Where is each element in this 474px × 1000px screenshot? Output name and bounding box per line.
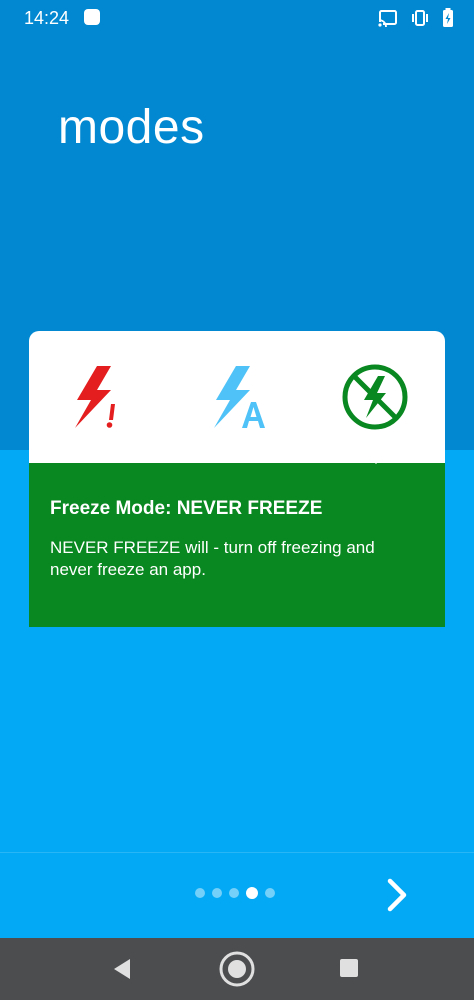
page-dot-active [246,887,258,899]
chevron-right-icon [387,878,407,912]
cast-icon [378,9,398,27]
selection-pointer [363,451,389,464]
home-icon[interactable] [219,951,255,987]
navigation-bar [0,938,474,1000]
page-indicator [195,887,275,899]
status-bar: 14:24 [0,0,474,36]
status-time: 14:24 [24,8,70,28]
page-dot [195,888,205,898]
recents-icon[interactable] [340,959,358,977]
auto-freeze-icon[interactable] [201,361,273,433]
never-freeze-icon[interactable] [339,361,411,433]
page-dot [265,888,275,898]
footer-divider [0,852,474,853]
mode-selector [29,331,445,463]
aggressive-freeze-icon[interactable] [62,361,134,433]
next-button[interactable] [380,875,416,915]
back-icon[interactable] [112,958,132,985]
page-dot [212,888,222,898]
vibrate-icon [410,9,430,27]
modes-card: Freeze Mode: NEVER FREEZE NEVER FREEZE w… [29,331,445,627]
page-dot [229,888,239,898]
page-title: modes [58,101,205,154]
battery-icon [442,8,454,28]
notification-icon [84,9,100,25]
mode-description: NEVER FREEZE will - turn off freezing an… [50,538,375,579]
mode-heading: Freeze Mode: NEVER FREEZE [50,498,323,519]
